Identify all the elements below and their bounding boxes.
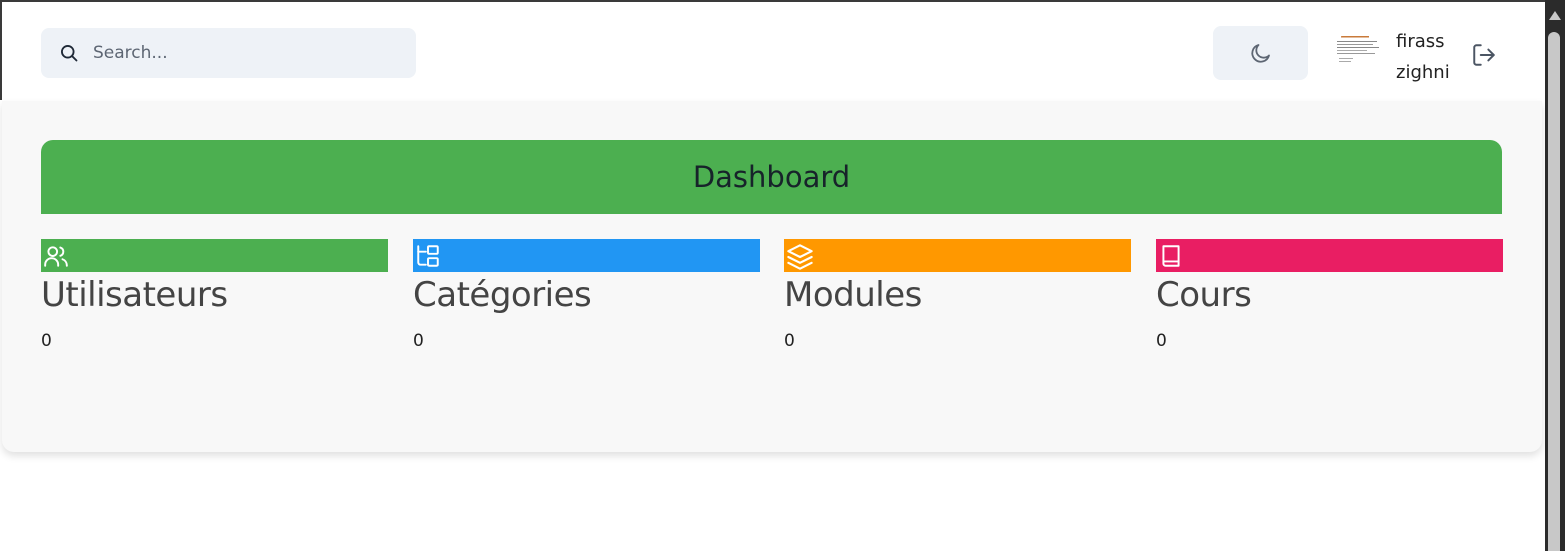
stat-card-label: Modules [784,275,922,315]
folder-tree-icon [417,245,439,267]
stat-card-bar [784,239,1131,272]
page-title: Dashboard [692,160,851,194]
stat-card-bar [41,239,388,272]
users-icon [44,246,68,267]
search-box[interactable] [41,28,416,78]
moon-icon [1250,44,1270,63]
stat-card-bar [1156,239,1503,272]
logout-icon [1473,44,1495,66]
stat-card-label: Catégories [413,275,592,315]
dashboard-header: Dashboard [41,140,1502,214]
stat-card-count: 0 [41,331,52,351]
user-name: firass zighni [1396,26,1466,88]
dashboard-panel: Dashboard Utilisateurs 0 Catégories 0 Mo… [2,101,1542,452]
stat-card-users[interactable]: Utilisateurs 0 [41,239,388,351]
layers-icon [787,244,813,270]
stat-card-courses[interactable]: Cours 0 [1156,239,1503,351]
stat-card-count: 0 [1156,331,1167,351]
avatar[interactable] [1333,30,1385,76]
top-bar: firass zighni [0,0,1545,100]
stat-card-categories[interactable]: Catégories 0 [413,239,760,351]
stat-card-bar [413,239,760,272]
scrollbar-thumb[interactable] [1548,32,1560,551]
stat-card-label: Cours [1156,275,1252,315]
theme-toggle-button[interactable] [1213,26,1308,80]
search-input[interactable] [93,28,393,78]
stat-card-count: 0 [784,331,795,351]
scroll-up-arrow-icon[interactable] [1545,8,1565,24]
app-window: firass zighni Dashboard Ut [0,0,1545,551]
search-icon [61,45,78,62]
user-last-name: zighni [1396,62,1450,83]
book-icon [1162,245,1180,267]
user-first-name: firass [1396,31,1445,52]
stat-card-count: 0 [413,331,424,351]
stat-card-modules[interactable]: Modules 0 [784,239,1131,351]
logout-button[interactable] [1471,42,1497,68]
stat-card-label: Utilisateurs [41,275,228,315]
